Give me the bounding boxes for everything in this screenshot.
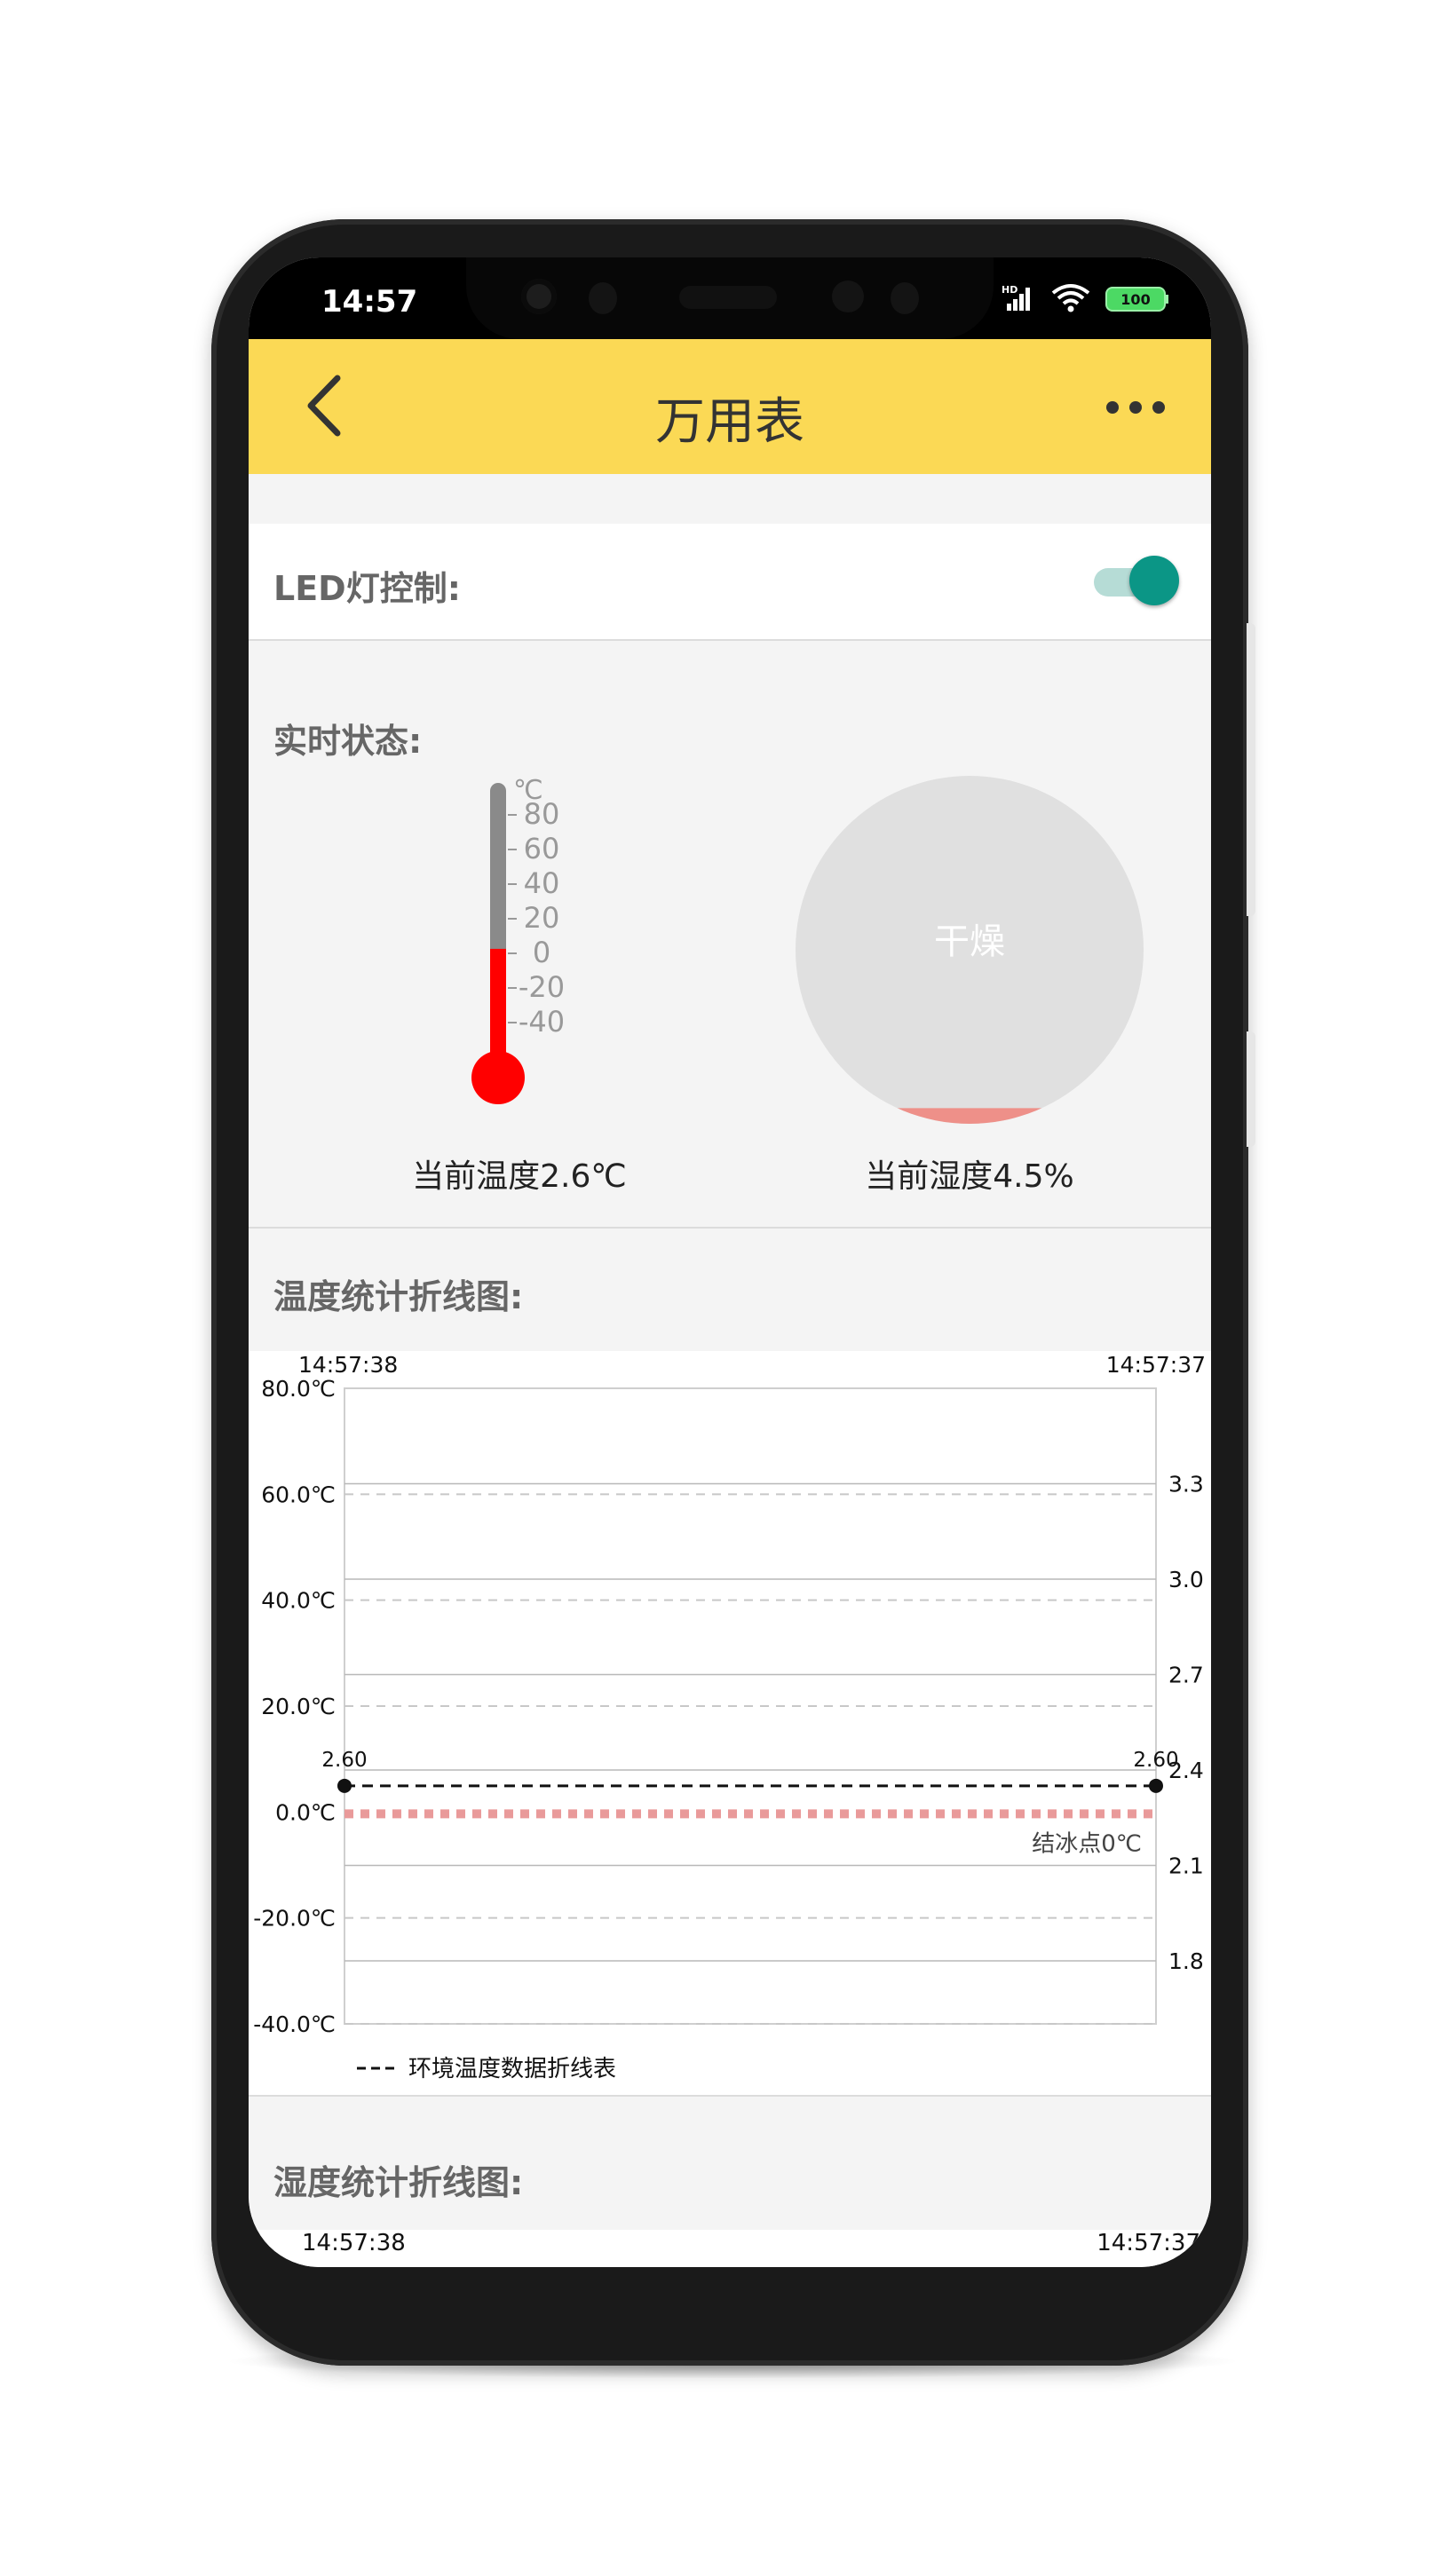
temperature-data-label: 2.60 bbox=[321, 1749, 367, 1772]
thermometer-tick-label: 60 bbox=[524, 832, 560, 865]
humidity-chart-header: 湿度统计折线图: bbox=[249, 2097, 1211, 2230]
right-axis-tick-label: 1.8 bbox=[1168, 1948, 1204, 1974]
page-title: 万用表 bbox=[655, 393, 804, 451]
status-time: 14:57 bbox=[321, 284, 418, 320]
temperature-caption: 当前温度2.6℃ bbox=[412, 1158, 627, 1195]
right-axis-tick-label: 2.7 bbox=[1168, 1663, 1204, 1688]
legend-label: 环境温度数据折线表 bbox=[408, 2056, 616, 2082]
chart-time-start: 14:57:38 bbox=[298, 1352, 398, 1378]
thermometer-unit: ℃ bbox=[513, 775, 543, 806]
realtime-status-label: 实时状态: bbox=[273, 722, 423, 761]
y-axis-tick-label: 40.0℃ bbox=[261, 1588, 336, 1614]
led-toggle[interactable] bbox=[1094, 556, 1179, 607]
humidity-chart-time-start: 14:57:38 bbox=[302, 2230, 406, 2256]
temperature-data-point bbox=[337, 1778, 352, 1793]
power-button bbox=[1247, 1031, 1255, 1147]
svg-text:HD: HD bbox=[1002, 284, 1017, 296]
thermometer-gauge: 806040200-20-40 ℃ bbox=[471, 775, 565, 1104]
thermometer-tick-label: -20 bbox=[519, 970, 565, 1004]
sensor-icon bbox=[891, 282, 919, 314]
y-axis-tick-label: -20.0℃ bbox=[253, 1906, 336, 1932]
sensor-icon bbox=[832, 281, 864, 312]
y-axis-tick-label: 0.0℃ bbox=[275, 1799, 336, 1825]
temperature-chart-label: 温度统计折线图: bbox=[273, 1277, 524, 1316]
humidity-gauge: 干燥 bbox=[796, 776, 1144, 1124]
y-axis-tick-label: -40.0℃ bbox=[253, 2011, 336, 2037]
humidity-fill bbox=[796, 1108, 1144, 1124]
humidity-state: 干燥 bbox=[934, 921, 1005, 962]
chart-time-end: 14:57:37 bbox=[1106, 1352, 1206, 1378]
thermometer-bulb bbox=[471, 1051, 525, 1104]
screen: 14:57 HD 100 万用表 LED灯控制: 实时状态: 80 60 40 … bbox=[249, 257, 1211, 2267]
humidity-caption: 当前湿度4.5% bbox=[865, 1158, 1074, 1195]
status-bar: 14:57 HD 100 bbox=[249, 257, 1211, 339]
right-axis-tick-label: 3.3 bbox=[1168, 1472, 1204, 1497]
more-options-icon[interactable] bbox=[1096, 382, 1176, 431]
front-camera-icon bbox=[521, 279, 557, 314]
battery-icon: 100 bbox=[1105, 287, 1168, 312]
speaker-icon bbox=[679, 286, 777, 309]
led-control-row: LED灯控制: bbox=[249, 524, 1211, 641]
temperature-data-point bbox=[1149, 1778, 1163, 1793]
camera-notch bbox=[466, 257, 994, 339]
right-axis-tick-label: 3.0 bbox=[1168, 1567, 1204, 1592]
right-axis-tick-label: 2.1 bbox=[1168, 1853, 1204, 1879]
y-axis-tick-label: 20.0℃ bbox=[261, 1694, 336, 1719]
y-axis-tick-label: 80.0℃ bbox=[261, 1376, 336, 1402]
main-content: LED灯控制: 实时状态: 80 60 40 20 0 -20 -40 ℃ 当前温度2.6℃… bbox=[249, 474, 1211, 2267]
wifi-icon bbox=[1051, 284, 1090, 312]
y-axis-tick-label: 60.0℃ bbox=[261, 1482, 336, 1507]
humidity-chart-label: 湿度统计折线图: bbox=[273, 2163, 524, 2202]
volume-button bbox=[1247, 623, 1255, 916]
temperature-chart: 14:57:38 14:57:37 80.0℃ 60.0℃ 40.0℃ 20.0℃ 0.0℃… bbox=[249, 1351, 1211, 2097]
led-control-label: LED灯控制: bbox=[273, 569, 461, 608]
app-bar: 万用表 bbox=[249, 339, 1211, 474]
humidity-chart-time-end: 14:57:37 bbox=[1097, 2230, 1200, 2256]
status-icons: HD 100 bbox=[1002, 284, 1168, 312]
temperature-chart-header: 温度统计折线图: bbox=[249, 1229, 1211, 1351]
freeze-limit-label: 结冰点0℃ bbox=[1032, 1830, 1142, 1857]
realtime-status-section: 实时状态: 80 60 40 20 0 -20 -40 ℃ 当前温度2.6℃ 干燥 当前湿度… bbox=[249, 641, 1211, 1229]
svg-text:100: 100 bbox=[1120, 291, 1150, 308]
temperature-line-chart: 14:57:38 14:57:37 80.0℃ 60.0℃ 40.0℃ 20.0℃ 0.0℃… bbox=[253, 1352, 1206, 2082]
signal-icon: HD bbox=[1002, 284, 1030, 311]
temperature-data-label: 2.60 bbox=[1133, 1749, 1178, 1772]
thermometer-tick-label: 0 bbox=[533, 936, 550, 969]
thermometer-tick-label: 40 bbox=[524, 866, 560, 900]
sensor-icon bbox=[589, 282, 617, 314]
thermometer-tick-label: -40 bbox=[519, 1005, 565, 1039]
humidity-chart: 14:57:38 14:57:37 bbox=[249, 2230, 1211, 2267]
thermometer-tick-label: 20 bbox=[524, 901, 560, 935]
